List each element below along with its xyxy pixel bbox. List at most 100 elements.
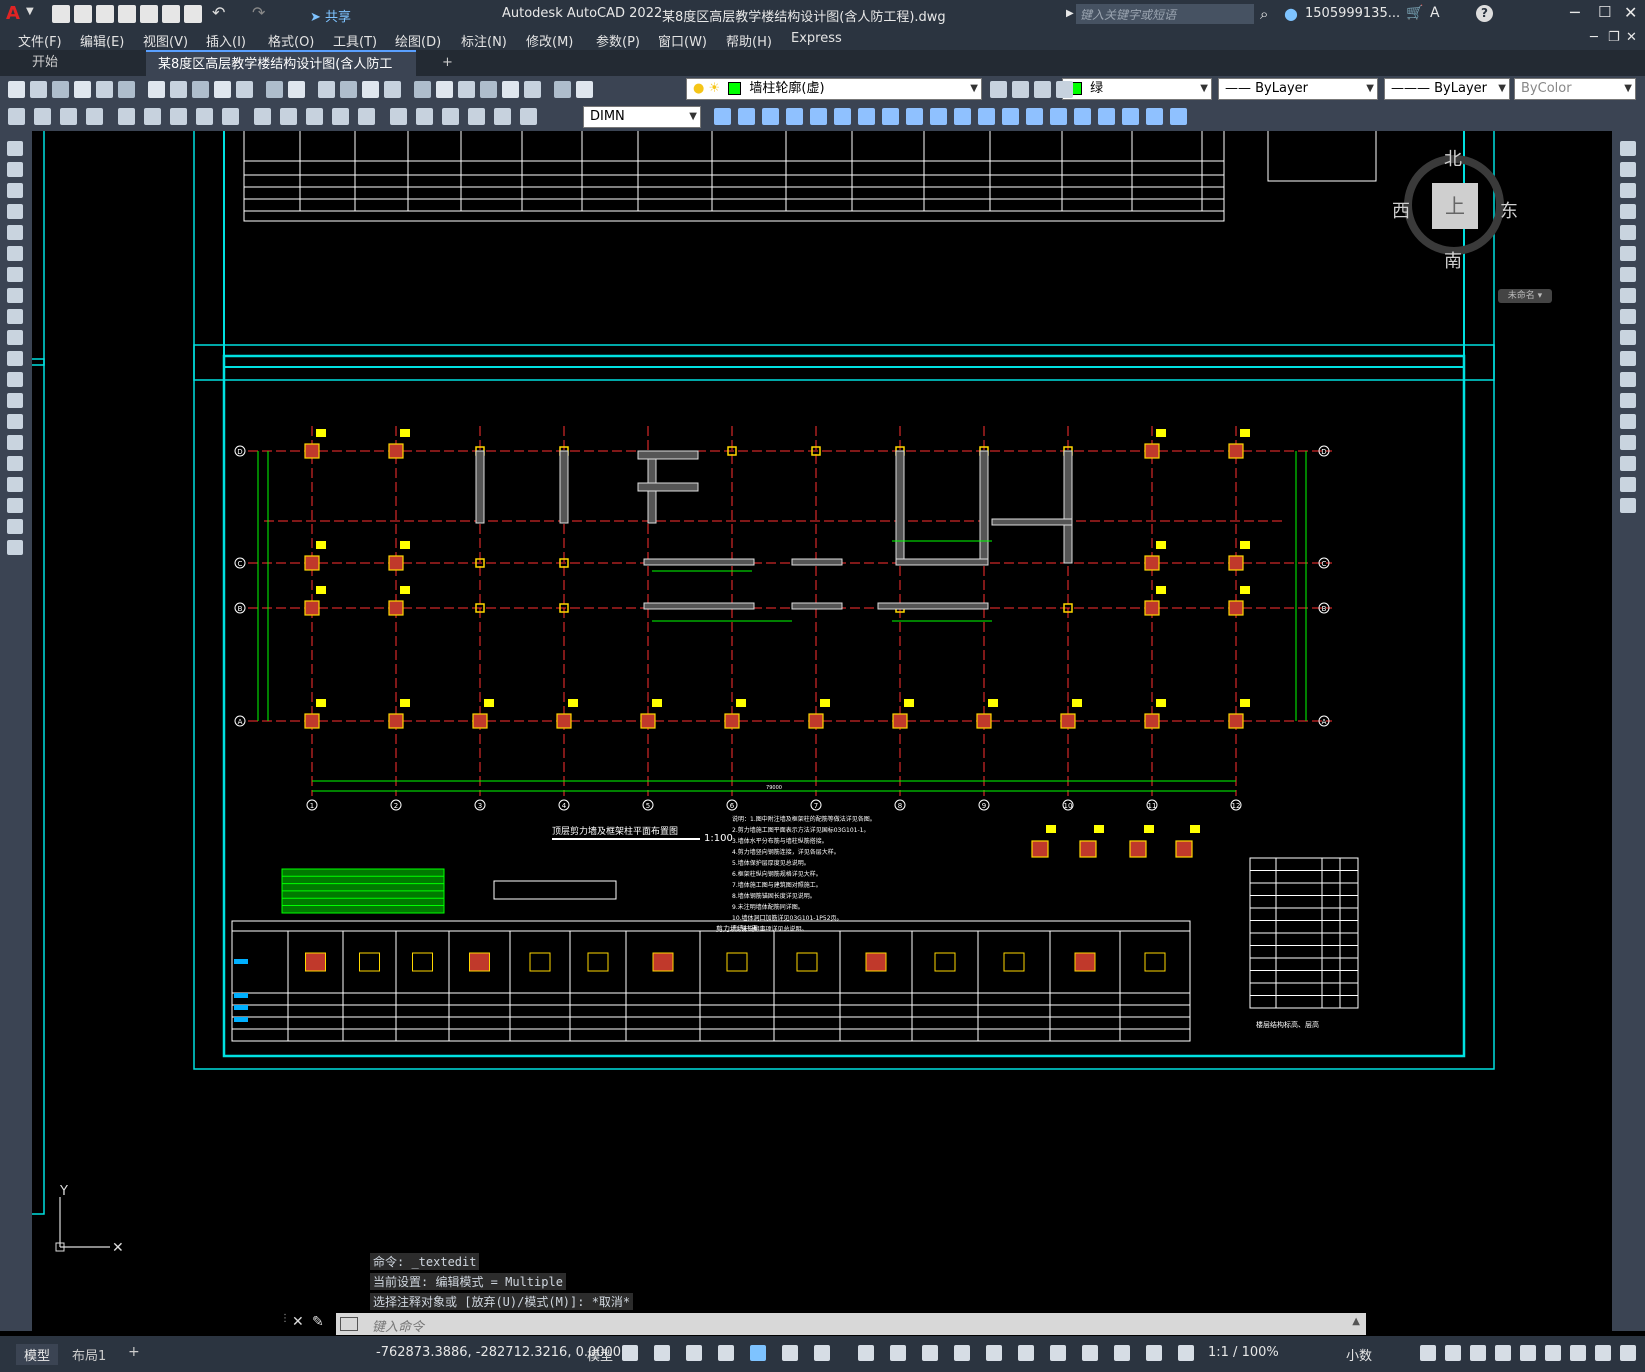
layer-iso-icon[interactable] — [1056, 81, 1073, 98]
plot-icon[interactable] — [74, 81, 91, 98]
stretch-icon[interactable] — [786, 108, 803, 125]
menu-item-file[interactable]: 文件(F) — [18, 31, 62, 50]
sheet-set-icon[interactable] — [480, 81, 497, 98]
lock-ui-icon[interactable] — [1520, 1345, 1536, 1361]
dim-edit-icon[interactable] — [468, 108, 485, 125]
menu-item-edit[interactable]: 编辑(E) — [80, 31, 124, 50]
command-grip[interactable]: ⋮ — [280, 1313, 290, 1335]
zoom-window-icon[interactable] — [362, 81, 379, 98]
line-icon[interactable] — [7, 141, 23, 156]
hardware-accel-icon[interactable] — [1570, 1345, 1586, 1361]
chamfer-icon[interactable] — [1620, 435, 1636, 450]
app-menu-chevron-icon[interactable]: ▼ — [26, 6, 34, 17]
polygon-icon[interactable] — [7, 204, 23, 219]
osnap-tracking-icon[interactable] — [858, 1345, 874, 1361]
help-icon[interactable]: ? — [1476, 5, 1493, 22]
tab-model[interactable]: 模型 — [16, 1344, 59, 1365]
dim-continue-icon[interactable] — [280, 108, 297, 125]
table-icon[interactable] — [7, 498, 23, 513]
join-icon[interactable] — [1620, 414, 1636, 429]
units-icon-icon[interactable] — [1470, 1345, 1486, 1361]
lineweight-icon[interactable] — [922, 1345, 938, 1361]
spline-icon[interactable] — [7, 309, 23, 324]
dim-aligned-icon[interactable] — [34, 108, 51, 125]
break-icon[interactable] — [1620, 393, 1636, 408]
tab-active-drawing[interactable]: 某8度区高层教学楼结构设计图(含人防工程)*✕ — [146, 50, 416, 98]
scale-icon[interactable] — [858, 108, 875, 125]
properties-icon[interactable] — [414, 81, 431, 98]
viewcube[interactable]: 上 北 南 西 东 — [1392, 149, 1518, 272]
dimstyle-manager-icon[interactable] — [714, 108, 731, 125]
blend-icon[interactable] — [1620, 477, 1636, 492]
open-icon[interactable] — [74, 5, 92, 23]
dim-arc-icon[interactable] — [60, 108, 77, 125]
mtext-icon[interactable] — [7, 519, 23, 534]
units-display[interactable]: 小数 — [1346, 1345, 1372, 1364]
menu-item-help[interactable]: 帮助(H) — [726, 31, 772, 50]
annotation-scale-icon-icon[interactable] — [1178, 1345, 1194, 1361]
plotstyle-combo[interactable]: ByColor ▼ — [1514, 78, 1636, 100]
tab-start[interactable]: 开始 — [20, 50, 140, 76]
dynamic-ucs-icon[interactable] — [718, 1345, 734, 1361]
drawing-canvas[interactable]: 1 2 3 4 5 6 7 8 9 10 11 12 A A B B C C D D 79000 顶层剪力墙及框架柱平面… — [32, 131, 1612, 1331]
make-current-icon[interactable] — [1012, 81, 1029, 98]
zoom-realtime-icon[interactable] — [340, 81, 357, 98]
dynamic-input-icon[interactable] — [1050, 1345, 1066, 1361]
coordinates-readout[interactable]: -762873.3886, -282712.3216, 0.0000 — [376, 1345, 621, 1360]
menu-item-insert[interactable]: 插入(I) — [206, 31, 246, 50]
command-history-arrow-icon[interactable]: ▲ — [1352, 1316, 1360, 1327]
blend-icon[interactable] — [1170, 108, 1187, 125]
offset-icon[interactable] — [1074, 108, 1091, 125]
saveas-icon[interactable] — [118, 5, 136, 23]
gizmo-icon[interactable] — [1082, 1345, 1098, 1361]
search-icon[interactable]: ⌕ — [1260, 5, 1268, 23]
hatch-icon[interactable] — [7, 435, 23, 450]
isolate-icon[interactable] — [1545, 1345, 1561, 1361]
xline-icon[interactable] — [7, 162, 23, 177]
viewcube-east[interactable]: 东 — [1500, 197, 1518, 223]
user-icon[interactable]: ● — [1284, 4, 1298, 23]
lengthen-icon[interactable] — [1122, 108, 1139, 125]
blockeditor-icon[interactable] — [236, 81, 253, 98]
customize-icon[interactable] — [1620, 1345, 1636, 1361]
snap-icon[interactable] — [654, 1345, 670, 1361]
move-icon[interactable] — [738, 108, 755, 125]
revcloud-icon[interactable] — [7, 288, 23, 303]
autocad-logo-icon[interactable]: A — [6, 4, 26, 24]
undo-icon[interactable]: ↶ — [212, 3, 225, 22]
extend-icon[interactable] — [906, 108, 923, 125]
dim-jogged-icon[interactable] — [144, 108, 161, 125]
autodesk-icon[interactable]: A — [1430, 5, 1440, 21]
command-input[interactable]: 键入命令 ▲ — [336, 1313, 1366, 1335]
dim-update-icon[interactable] — [520, 108, 537, 125]
annotation-monitor-icon[interactable] — [1445, 1345, 1461, 1361]
wcs-menu[interactable]: 未命名 ▾ — [1498, 289, 1552, 303]
3d-osnap-icon[interactable] — [1018, 1345, 1034, 1361]
dim-angular-icon[interactable] — [196, 108, 213, 125]
dim-break-icon[interactable] — [332, 108, 349, 125]
selection-cycling-icon[interactable] — [986, 1345, 1002, 1361]
menu-item-format[interactable]: 格式(O) — [268, 31, 314, 50]
dim-linear-icon[interactable] — [8, 108, 25, 125]
dim-diameter-icon[interactable] — [170, 108, 187, 125]
add-layout-button[interactable]: + — [128, 1344, 140, 1360]
align-icon[interactable] — [1146, 108, 1163, 125]
infer-icon[interactable] — [686, 1345, 702, 1361]
doc-minimize-icon[interactable]: ─ — [1590, 30, 1598, 45]
viewcube-south[interactable]: 南 — [1444, 247, 1462, 273]
web-icon[interactable] — [140, 5, 158, 23]
redo-icon[interactable] — [288, 81, 305, 98]
dim-baseline-icon[interactable] — [254, 108, 271, 125]
command-wrench-icon[interactable]: ✎ — [312, 1314, 324, 1330]
lineweight-combo[interactable]: ——— ByLayer ▼ — [1384, 78, 1510, 100]
explode-icon[interactable] — [1026, 108, 1043, 125]
polar-icon[interactable] — [782, 1345, 798, 1361]
close-icon[interactable]: ✕ — [1624, 3, 1637, 22]
erase-icon[interactable] — [1620, 141, 1636, 156]
quick-dim-icon[interactable] — [222, 108, 239, 125]
layer-properties-icon[interactable] — [576, 81, 593, 98]
tool-palettes-icon[interactable] — [458, 81, 475, 98]
preview-icon[interactable] — [96, 81, 113, 98]
user-name[interactable]: 1505999135... — [1305, 6, 1400, 21]
quickcalc-icon[interactable] — [524, 81, 541, 98]
